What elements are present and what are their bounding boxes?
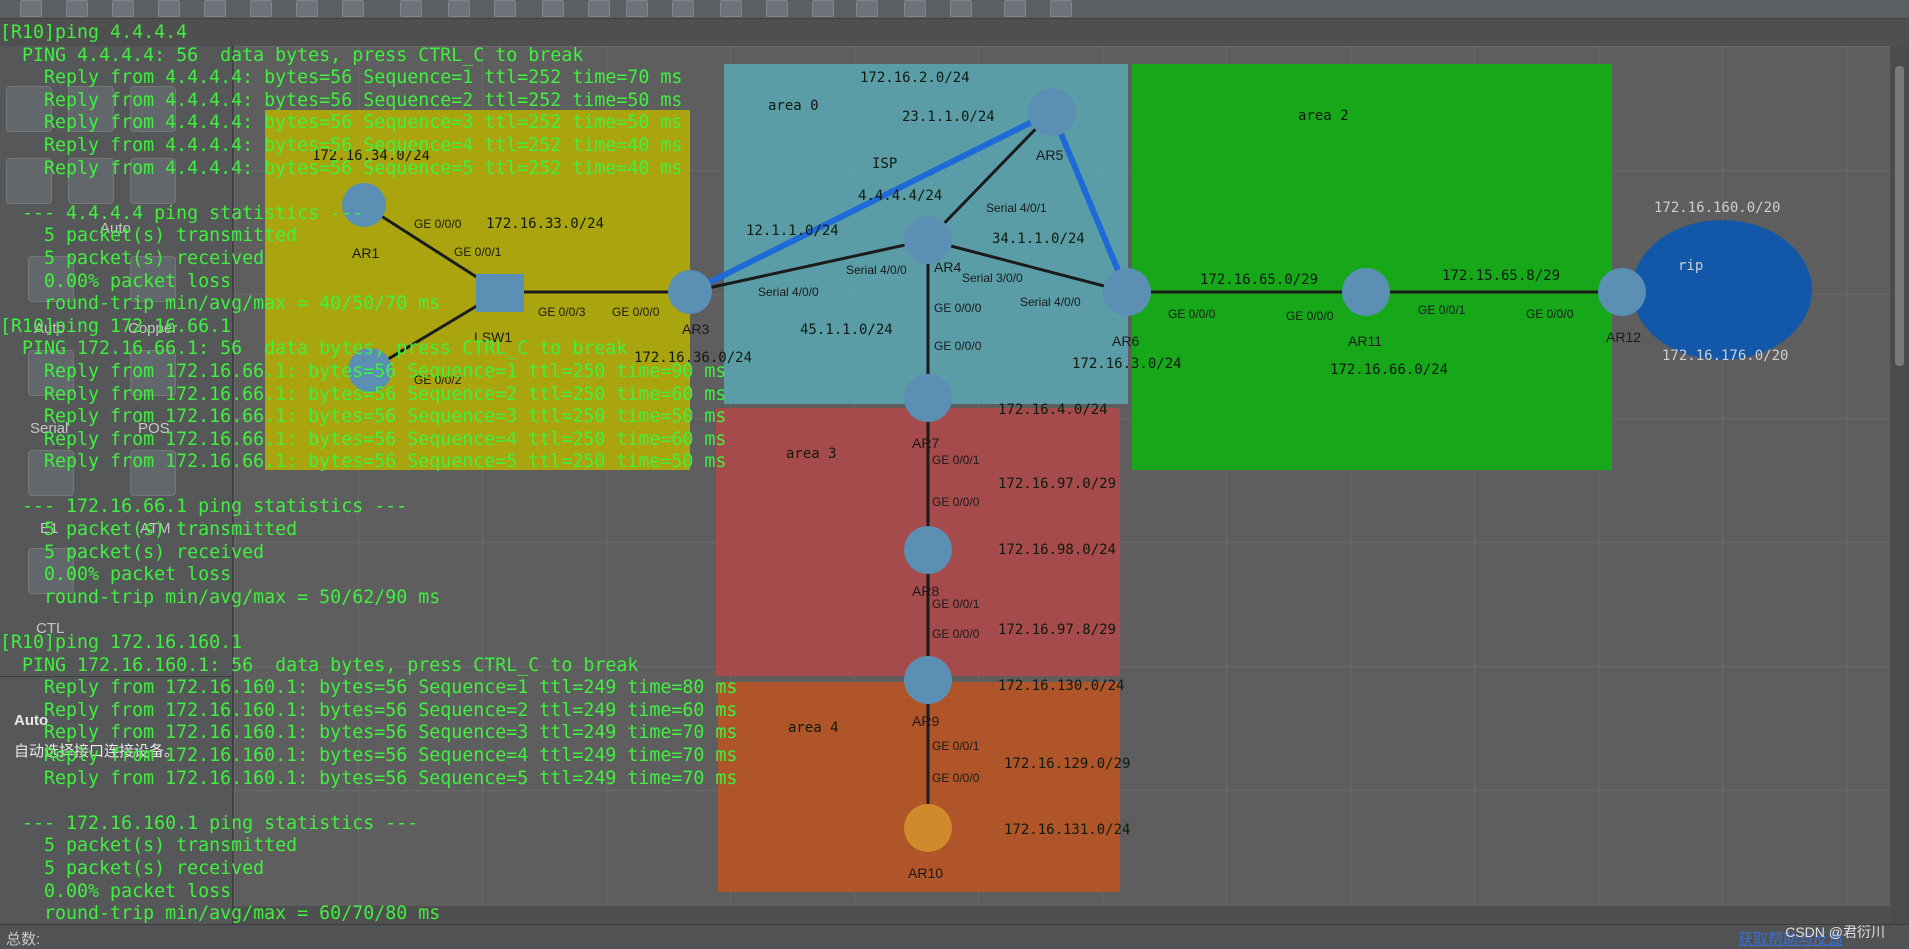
terminal-line: Reply from 4.4.4.4: bytes=56 Sequence=4 …	[0, 134, 683, 156]
terminal-line: Reply from 4.4.4.4: bytes=56 Sequence=5 …	[0, 157, 683, 179]
scroll-thumb[interactable]	[1895, 66, 1904, 366]
terminal-line: --- 172.16.66.1 ping statistics ---	[0, 496, 408, 518]
terminal-line: PING 172.16.66.1: 56 data bytes, press C…	[0, 338, 628, 360]
net-label: 172.16.129.0/29	[1004, 756, 1130, 772]
net-label: 172.16.97.8/29	[998, 622, 1116, 638]
net-label: 172.16.97.0/29	[998, 476, 1116, 492]
terminal-line: 5 packet(s) transmitted	[0, 519, 298, 541]
net-label: 172.16.66.0/24	[1330, 362, 1448, 378]
terminal-line: Reply from 172.16.160.1: bytes=56 Sequen…	[0, 745, 738, 766]
port-label: Serial 4/0/0	[1020, 295, 1081, 309]
net-label: 172.16.176.0/20	[1662, 348, 1788, 364]
status-bar: 总数: 获取帮助与反馈	[0, 924, 1909, 949]
terminal-line: 0.00% packet loss	[0, 880, 232, 902]
terminal-line: [R10]ping 172.16.160.1	[0, 632, 243, 654]
net-label: 34.1.1.0/24	[992, 231, 1085, 247]
terminal-line: Reply from 4.4.4.4: bytes=56 Sequence=1 …	[0, 67, 683, 89]
terminal-line: 5 packet(s) received	[0, 857, 265, 879]
terminal-line: Reply from 172.16.160.1: bytes=56 Sequen…	[0, 677, 738, 699]
terminal-line: --- 4.4.4.4 ping statistics ---	[0, 202, 364, 224]
net-label: 172.16.131.0/24	[1004, 822, 1130, 838]
rip-label: rip	[1678, 258, 1703, 274]
terminal-line: round-trip min/avg/max = 60/70/80 ms	[0, 903, 441, 925]
terminal-line: Reply from 4.4.4.4: bytes=56 Sequence=2 …	[0, 89, 683, 111]
terminal-line: Reply from 172.16.66.1: bytes=56 Sequenc…	[0, 451, 727, 473]
terminal-line: Reply from 172.16.66.1: bytes=56 Sequenc…	[0, 428, 727, 450]
net-label: 172.16.65.0/29	[1200, 272, 1318, 288]
port-label: GE 0/0/0	[1286, 309, 1334, 323]
router-ar5-icon[interactable]	[1028, 88, 1076, 136]
terminal-line: [R10]ping 172.16.66.1	[0, 315, 232, 337]
router-ar12-icon[interactable]	[1598, 268, 1646, 316]
terminal-line: Reply from 172.16.66.1: bytes=56 Sequenc…	[0, 360, 727, 382]
terminal-line: 0.00% packet loss	[0, 270, 232, 292]
port-label: GE 0/0/1	[1418, 303, 1466, 317]
terminal-line: PING 4.4.4.4: 56 data bytes, press CTRL_…	[0, 44, 584, 66]
terminal-line: Reply from 172.16.66.1: bytes=56 Sequenc…	[0, 406, 727, 428]
terminal-line: --- 172.16.160.1 ping statistics ---	[0, 812, 419, 834]
terminal-line: Reply from 172.16.160.1: bytes=56 Sequen…	[0, 767, 738, 789]
terminal-line: 5 packet(s) received	[0, 541, 265, 563]
cli-terminal-output: [R10]ping 4.4.4.4 PING 4.4.4.4: 56 data …	[0, 22, 1000, 926]
net-label: 172.16.98.0/24	[998, 542, 1116, 558]
router-ar6-icon[interactable]	[1103, 268, 1151, 316]
net-label: 172.16.160.0/20	[1654, 200, 1780, 216]
terminal-line: 5 packet(s) transmitted	[0, 835, 298, 857]
rip-region	[1632, 220, 1812, 360]
terminal-line: 5 packet(s) transmitted	[0, 225, 298, 247]
label-ar6: AR6	[1112, 333, 1139, 349]
area-2-label: area 2	[1298, 108, 1349, 124]
vertical-scrollbar[interactable]	[1891, 46, 1909, 924]
terminal-line: 5 packet(s) received	[0, 247, 265, 269]
net-label: 172.15.65.8/29	[1442, 268, 1560, 284]
terminal-line: round-trip min/avg/max = 40/50/70 ms	[0, 293, 441, 315]
terminal-line: Reply from 172.16.160.1: bytes=56 Sequen…	[0, 722, 738, 744]
net-label: 172.16.130.0/24	[998, 678, 1124, 694]
terminal-line: 0.00% packet loss	[0, 564, 232, 586]
terminal-line: PING 172.16.160.1: 56 data bytes, press …	[0, 654, 639, 676]
terminal-line: round-trip min/avg/max = 50/62/90 ms	[0, 586, 441, 608]
terminal-line: Reply from 172.16.66.1: bytes=56 Sequenc…	[0, 383, 727, 405]
label-ar12: AR12	[1606, 329, 1641, 345]
net-label: 172.16.3.0/24	[1072, 356, 1182, 372]
port-label: GE 0/0/0	[1168, 307, 1216, 321]
terminal-line: [R10]ping 4.4.4.4	[0, 22, 188, 43]
terminal-line: Reply from 4.4.4.4: bytes=56 Sequence=3 …	[0, 112, 683, 134]
status-total: 总数:	[6, 931, 41, 948]
terminal-line: Reply from 172.16.160.1: bytes=56 Sequen…	[0, 699, 738, 721]
watermark: CSDN @君衍川	[1785, 924, 1885, 940]
label-ar5: AR5	[1036, 147, 1063, 163]
label-ar11: AR11	[1348, 333, 1382, 349]
net-label: 172.16.4.0/24	[998, 402, 1108, 418]
port-label: GE 0/0/0	[1526, 307, 1574, 321]
router-ar11-icon[interactable]	[1342, 268, 1390, 316]
area-2-region	[1132, 64, 1612, 470]
